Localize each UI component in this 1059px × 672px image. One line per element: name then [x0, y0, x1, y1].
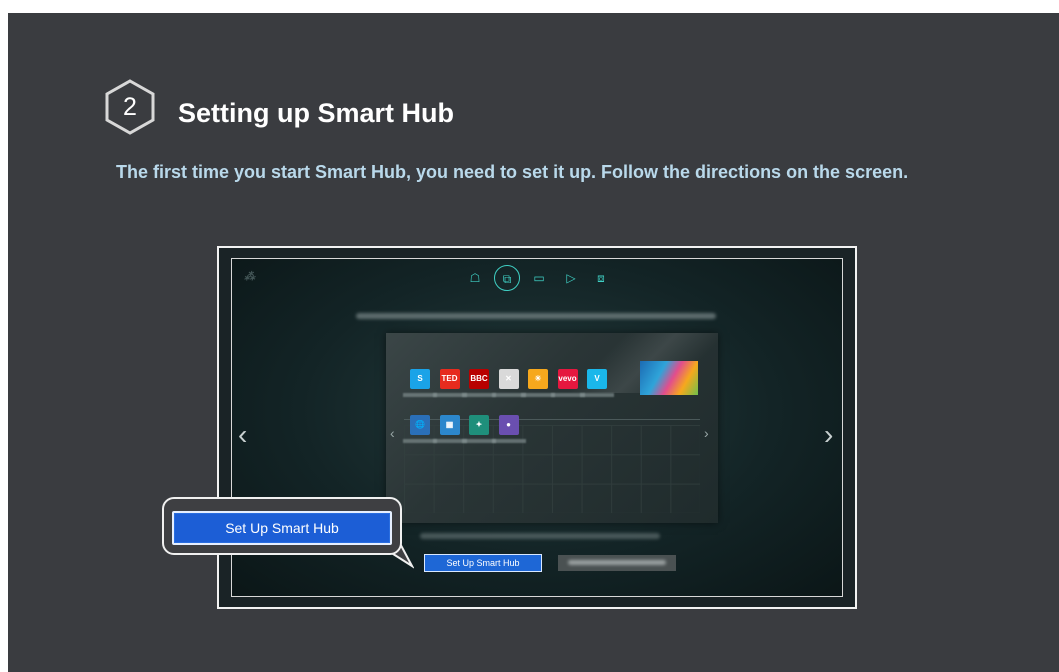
- vevo-icon[interactable]: vevo: [557, 369, 578, 389]
- vimeo-glyph: V: [594, 374, 600, 383]
- camera-icon[interactable]: ●: [498, 415, 519, 435]
- app-label: [580, 393, 614, 397]
- smart-hub-logo: ⁂: [244, 271, 255, 283]
- tv-setup-button[interactable]: Set Up Smart Hub: [424, 554, 542, 572]
- games-icon[interactable]: ☖: [462, 265, 488, 291]
- sun-glyph: ☀: [534, 374, 542, 383]
- game-icon[interactable]: ✕: [498, 369, 519, 389]
- panel-prev-icon[interactable]: ‹: [390, 425, 395, 441]
- page-title: Setting up Smart Hub: [178, 98, 454, 128]
- bbc-news-glyph: BBC: [470, 374, 488, 383]
- web-browser-icon[interactable]: 🌐: [410, 415, 430, 435]
- sun-icon[interactable]: ☀: [528, 369, 548, 389]
- step-badge: 2: [103, 78, 157, 136]
- screen-prev-icon[interactable]: ‹: [238, 419, 247, 451]
- apps-preview-panel: S TED BBC ✕ ☀ vevo V 🌐 ▦ ✦ ● ‹ ›: [386, 333, 718, 523]
- skype-icon[interactable]: S: [410, 369, 430, 389]
- web-browser-glyph: 🌐: [415, 420, 425, 429]
- step-number: 2: [123, 93, 137, 121]
- smart-hub-topbar: ☖ ⧉ ▭ ▷ ⧈: [460, 265, 620, 291]
- apps-icon[interactable]: ⧉: [494, 265, 520, 291]
- social-icon[interactable]: ▦: [439, 415, 460, 435]
- blurred-instruction-text: [356, 313, 716, 319]
- panel-next-icon[interactable]: ›: [704, 425, 709, 441]
- description-text: The first time you start Smart Hub, you …: [116, 162, 909, 182]
- tv-icon[interactable]: ▭: [526, 265, 552, 291]
- blurred-button-text: [568, 560, 666, 565]
- multiscreen-icon[interactable]: ⧈: [588, 265, 614, 291]
- set-up-smart-hub-button[interactable]: Set Up Smart Hub: [172, 511, 392, 545]
- social-glyph: ▦: [445, 420, 454, 429]
- camera-glyph: ●: [506, 420, 511, 429]
- bbc-news-icon[interactable]: BBC: [469, 369, 489, 389]
- app-label: [491, 439, 526, 443]
- vimeo-icon[interactable]: V: [587, 369, 607, 389]
- fitness-glyph: ✦: [475, 420, 483, 429]
- blurred-footnote-text: [420, 533, 660, 539]
- ted-icon[interactable]: TED: [439, 369, 460, 389]
- vevo-glyph: vevo: [558, 374, 577, 383]
- skype-glyph: S: [417, 374, 423, 383]
- play-icon[interactable]: ▷: [558, 265, 584, 291]
- screen-next-icon[interactable]: ›: [824, 419, 833, 451]
- tv-secondary-button[interactable]: [558, 555, 676, 571]
- ted-glyph: TED: [441, 374, 458, 383]
- fitness-icon[interactable]: ✦: [469, 415, 489, 435]
- promo-banner[interactable]: [640, 361, 698, 395]
- game-glyph: ✕: [505, 374, 512, 383]
